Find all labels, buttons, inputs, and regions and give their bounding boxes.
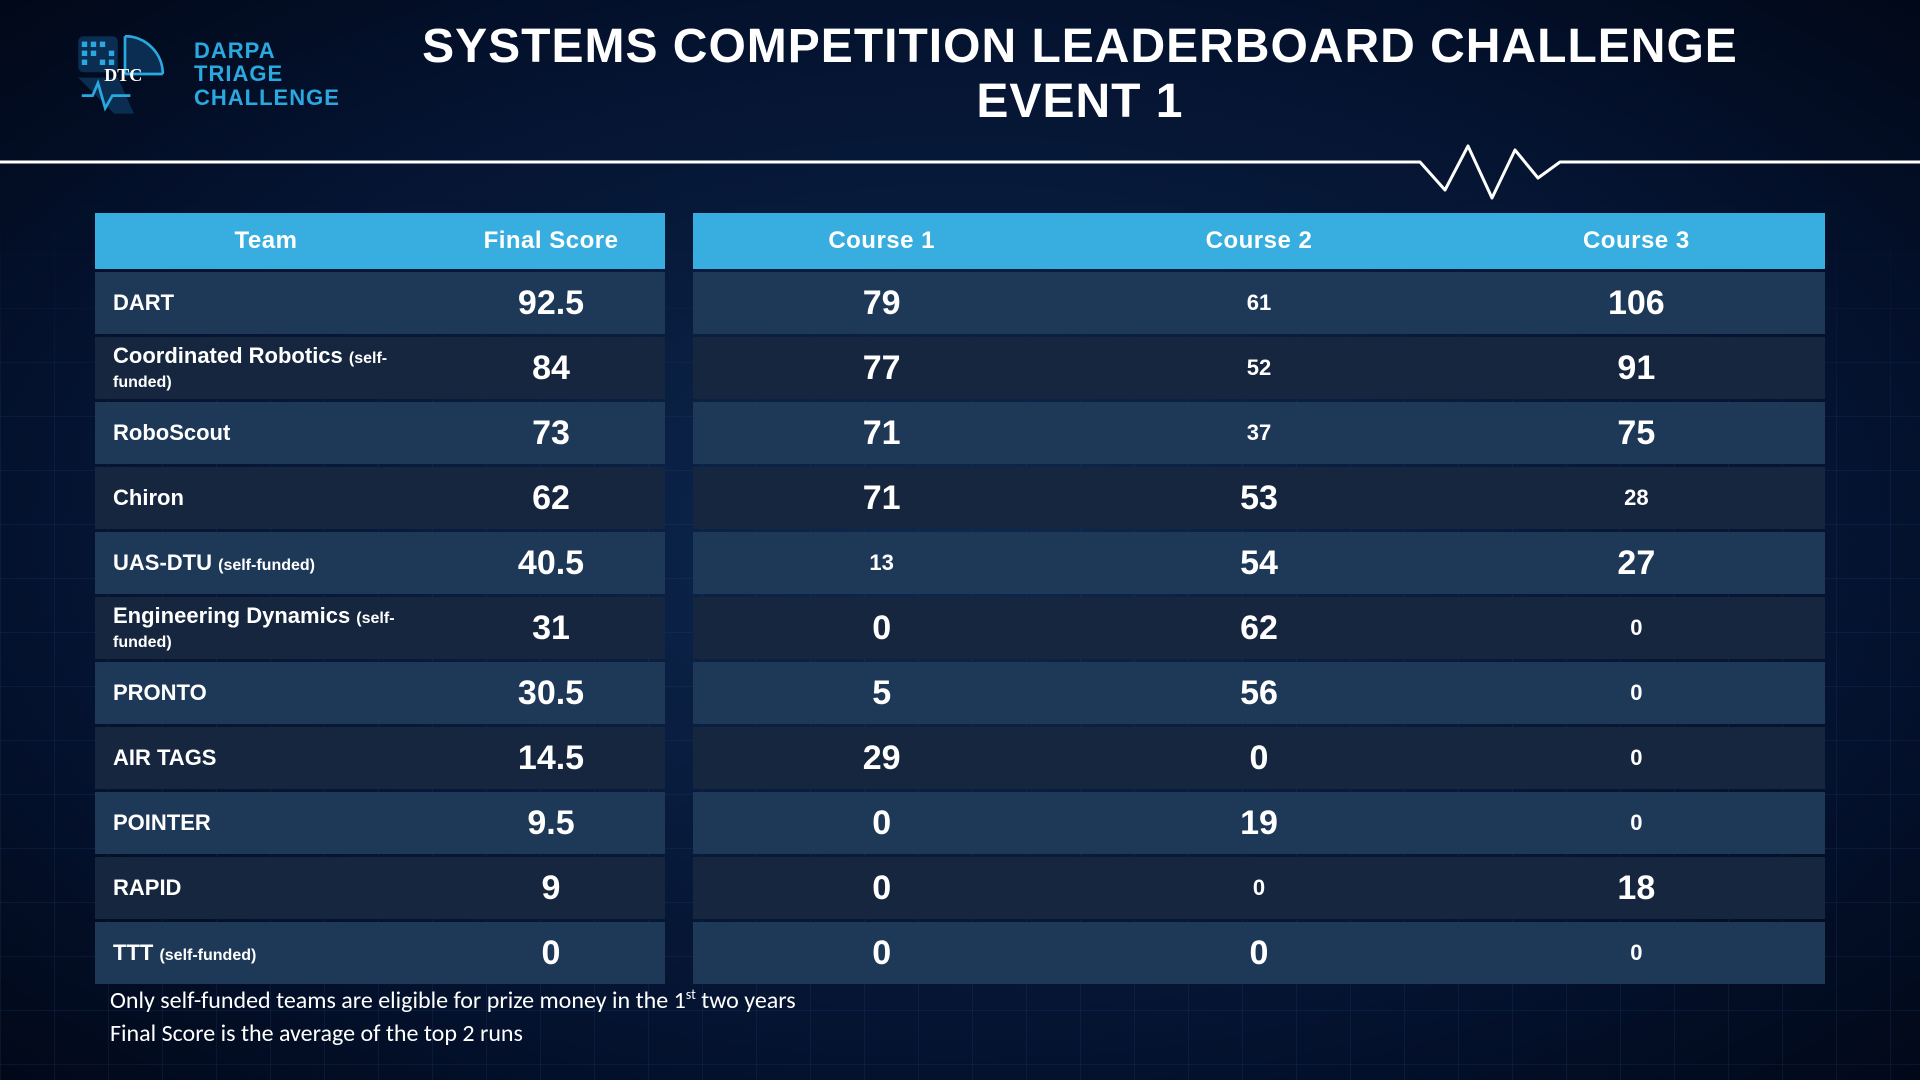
- logo-line-1: DARPA: [194, 39, 340, 62]
- table-row: 000: [693, 922, 1825, 984]
- col-course-3: Course 3: [1448, 213, 1825, 269]
- table-row: Engineering Dynamics (self-funded)31: [95, 597, 665, 659]
- course-3-cell: 75: [1448, 402, 1825, 464]
- team-cell: DART: [95, 272, 437, 334]
- final-score-cell: 84: [437, 337, 665, 399]
- team-cell: POINTER: [95, 792, 437, 854]
- table-courses: Course 1 Course 2 Course 3 7961106775291…: [693, 210, 1825, 987]
- page-title: SYSTEMS COMPETITION LEADERBOARD CHALLENG…: [340, 19, 1860, 129]
- table-row: 0190: [693, 792, 1825, 854]
- course-1-cell: 13: [693, 532, 1070, 594]
- course-2-cell: 62: [1070, 597, 1447, 659]
- course-1-cell: 0: [693, 597, 1070, 659]
- course-1-cell: 29: [693, 727, 1070, 789]
- col-course-1: Course 1: [693, 213, 1070, 269]
- table-row: 0018: [693, 857, 1825, 919]
- footnotes: Only self-funded teams are eligible for …: [110, 985, 796, 1050]
- course-3-cell: 28: [1448, 467, 1825, 529]
- table-row: DART92.5: [95, 272, 665, 334]
- table-row: 713775: [693, 402, 1825, 464]
- table-row: 7961106: [693, 272, 1825, 334]
- table-row: UAS-DTU (self-funded)40.5: [95, 532, 665, 594]
- course-2-cell: 54: [1070, 532, 1447, 594]
- team-cell: TTT (self-funded): [95, 922, 437, 984]
- course-1-cell: 5: [693, 662, 1070, 724]
- course-3-cell: 0: [1448, 662, 1825, 724]
- course-1-cell: 0: [693, 857, 1070, 919]
- table-row: RoboScout73: [95, 402, 665, 464]
- table-row: 2900: [693, 727, 1825, 789]
- final-score-cell: 9: [437, 857, 665, 919]
- logo-text: DARPA TRIAGE CHALLENGE: [194, 39, 340, 108]
- col-team: Team: [95, 213, 437, 269]
- logo-line-3: CHALLENGE: [194, 86, 340, 109]
- footnote-2: Final Score is the average of the top 2 …: [110, 1018, 796, 1050]
- final-score-cell: 0: [437, 922, 665, 984]
- team-cell: Coordinated Robotics (self-funded): [95, 337, 437, 399]
- course-2-cell: 52: [1070, 337, 1447, 399]
- col-course-2: Course 2: [1070, 213, 1447, 269]
- team-cell: RAPID: [95, 857, 437, 919]
- course-3-cell: 18: [1448, 857, 1825, 919]
- logo: DTC DARPA TRIAGE CHALLENGE: [70, 29, 340, 119]
- table-scores: Team Final Score DART92.5Coordinated Rob…: [95, 210, 665, 987]
- team-cell: PRONTO: [95, 662, 437, 724]
- col-final: Final Score: [437, 213, 665, 269]
- course-3-cell: 0: [1448, 727, 1825, 789]
- course-2-cell: 0: [1070, 857, 1447, 919]
- course-3-cell: 0: [1448, 597, 1825, 659]
- table-row: 135427: [693, 532, 1825, 594]
- course-3-cell: 106: [1448, 272, 1825, 334]
- dtc-logo-icon: DTC: [70, 29, 180, 119]
- final-score-cell: 14.5: [437, 727, 665, 789]
- table-row: POINTER9.5: [95, 792, 665, 854]
- team-cell: Engineering Dynamics (self-funded): [95, 597, 437, 659]
- header: DTC DARPA TRIAGE CHALLENGE SYSTEMS COMPE…: [0, 0, 1920, 130]
- footnote-1: Only self-funded teams are eligible for …: [110, 985, 796, 1017]
- final-score-cell: 30.5: [437, 662, 665, 724]
- course-3-cell: 0: [1448, 792, 1825, 854]
- table-row: Chiron62: [95, 467, 665, 529]
- course-2-cell: 53: [1070, 467, 1447, 529]
- final-score-cell: 40.5: [437, 532, 665, 594]
- final-score-cell: 31: [437, 597, 665, 659]
- table-row: 775291: [693, 337, 1825, 399]
- table-row: AIR TAGS14.5: [95, 727, 665, 789]
- final-score-cell: 92.5: [437, 272, 665, 334]
- course-1-cell: 77: [693, 337, 1070, 399]
- course-2-cell: 19: [1070, 792, 1447, 854]
- table-row: 715328: [693, 467, 1825, 529]
- team-cell: UAS-DTU (self-funded): [95, 532, 437, 594]
- leaderboard: Team Final Score DART92.5Coordinated Rob…: [0, 130, 1920, 987]
- final-score-cell: 62: [437, 467, 665, 529]
- table-row: Coordinated Robotics (self-funded)84: [95, 337, 665, 399]
- course-1-cell: 0: [693, 792, 1070, 854]
- course-1-cell: 0: [693, 922, 1070, 984]
- course-3-cell: 27: [1448, 532, 1825, 594]
- course-2-cell: 61: [1070, 272, 1447, 334]
- final-score-cell: 73: [437, 402, 665, 464]
- course-1-cell: 71: [693, 402, 1070, 464]
- team-cell: Chiron: [95, 467, 437, 529]
- course-2-cell: 0: [1070, 727, 1447, 789]
- course-2-cell: 37: [1070, 402, 1447, 464]
- final-score-cell: 9.5: [437, 792, 665, 854]
- table-row: PRONTO30.5: [95, 662, 665, 724]
- team-cell: RoboScout: [95, 402, 437, 464]
- course-2-cell: 0: [1070, 922, 1447, 984]
- course-2-cell: 56: [1070, 662, 1447, 724]
- table-row: 5560: [693, 662, 1825, 724]
- course-3-cell: 91: [1448, 337, 1825, 399]
- course-1-cell: 71: [693, 467, 1070, 529]
- course-1-cell: 79: [693, 272, 1070, 334]
- team-cell: AIR TAGS: [95, 727, 437, 789]
- table-row: TTT (self-funded)0: [95, 922, 665, 984]
- table-row: RAPID9: [95, 857, 665, 919]
- table-row: 0620: [693, 597, 1825, 659]
- logo-line-2: TRIAGE: [194, 62, 340, 85]
- course-3-cell: 0: [1448, 922, 1825, 984]
- logo-badge-text: DTC: [104, 65, 142, 85]
